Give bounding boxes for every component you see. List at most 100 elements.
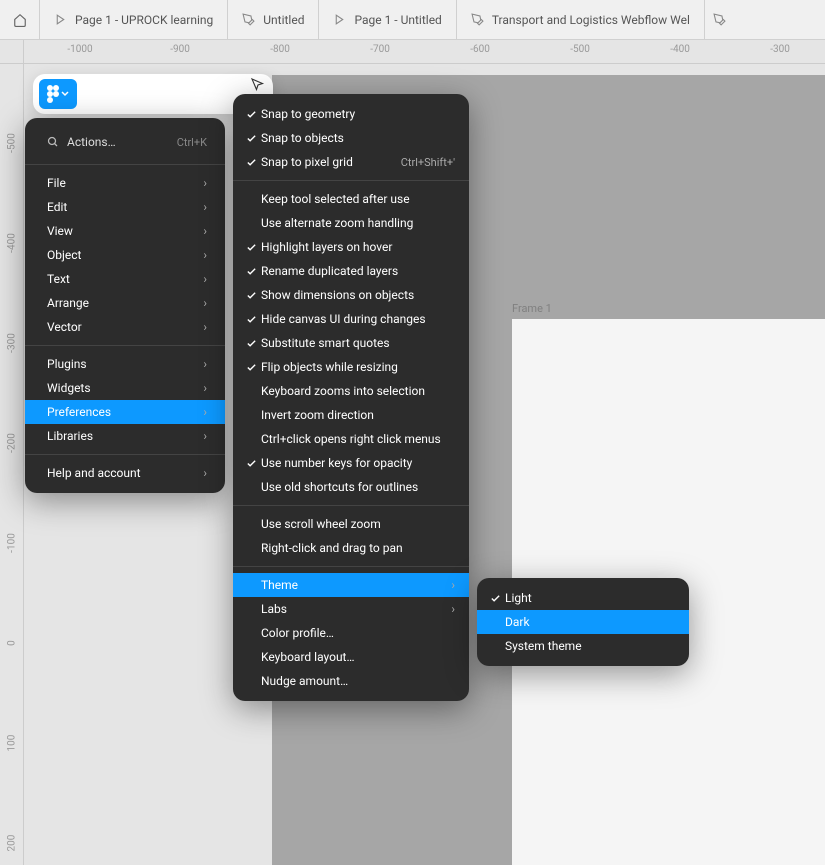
check-icon bbox=[241, 266, 261, 277]
tab-3[interactable]: Transport and Logistics Webflow Wel bbox=[457, 0, 705, 39]
pref-item-use-scroll-wheel-zoom[interactable]: Use scroll wheel zoom bbox=[233, 512, 469, 536]
pref-item-rename-duplicated-layers[interactable]: Rename duplicated layers bbox=[233, 259, 469, 283]
menu-item-libraries[interactable]: Libraries› bbox=[25, 424, 225, 448]
menu-item-text[interactable]: Text› bbox=[25, 267, 225, 291]
menu-item-label: Show dimensions on objects bbox=[261, 288, 455, 302]
ruler-tick: -400 bbox=[670, 44, 690, 55]
home-tab[interactable] bbox=[0, 0, 40, 39]
tab-0[interactable]: Page 1 - UPROCK learning bbox=[40, 0, 228, 39]
tab-overflow[interactable] bbox=[705, 0, 734, 39]
pen-icon bbox=[471, 13, 484, 26]
pref-item-use-old-shortcuts-for-outlines[interactable]: Use old shortcuts for outlines bbox=[233, 475, 469, 499]
ruler-tick: -600 bbox=[470, 44, 490, 55]
theme-item-system-theme[interactable]: System theme bbox=[477, 634, 689, 658]
main-menu-button[interactable] bbox=[39, 79, 77, 109]
frame-label[interactable]: Frame 1 bbox=[512, 302, 552, 315]
pref-item-use-alternate-zoom-handling[interactable]: Use alternate zoom handling bbox=[233, 211, 469, 235]
menu-item-label: Nudge amount… bbox=[261, 674, 455, 688]
tab-label: Page 1 - UPROCK learning bbox=[75, 13, 213, 27]
pref-item-ctrl-click-opens-right-click-menus[interactable]: Ctrl+click opens right click menus bbox=[233, 427, 469, 451]
menu-item-file[interactable]: File› bbox=[25, 171, 225, 195]
menu-item-label: Use scroll wheel zoom bbox=[261, 517, 455, 531]
ruler-tick: 100 bbox=[6, 735, 17, 752]
chevron-right-icon: › bbox=[203, 357, 207, 371]
ruler-tick: -1000 bbox=[67, 44, 92, 55]
pref-item-theme[interactable]: Theme› bbox=[233, 573, 469, 597]
chevron-right-icon: › bbox=[203, 224, 207, 238]
check-icon bbox=[241, 338, 261, 349]
play-icon bbox=[333, 13, 346, 26]
move-tool-indicator[interactable] bbox=[249, 76, 267, 94]
pref-item-flip-objects-while-resizing[interactable]: Flip objects while resizing bbox=[233, 355, 469, 379]
actions-search[interactable]: Actions… Ctrl+K bbox=[25, 126, 225, 158]
pref-item-hide-canvas-ui-during-changes[interactable]: Hide canvas UI during changes bbox=[233, 307, 469, 331]
tab-1[interactable]: Untitled bbox=[228, 0, 319, 39]
menu-item-widgets[interactable]: Widgets› bbox=[25, 376, 225, 400]
theme-item-dark[interactable]: Dark bbox=[477, 610, 689, 634]
chevron-down-icon bbox=[61, 91, 69, 97]
pref-item-snap-to-objects[interactable]: Snap to objects bbox=[233, 126, 469, 150]
menu-item-label: Color profile… bbox=[261, 626, 455, 640]
ruler-tick: -300 bbox=[770, 44, 790, 55]
menu-item-view[interactable]: View› bbox=[25, 219, 225, 243]
ruler-tick: 200 bbox=[6, 835, 17, 852]
menu-divider bbox=[25, 345, 225, 346]
pref-item-keep-tool-selected-after-use[interactable]: Keep tool selected after use bbox=[233, 187, 469, 211]
menu-item-label: View bbox=[47, 224, 203, 238]
menu-item-label: Use number keys for opacity bbox=[261, 456, 455, 470]
pref-item-keyboard-layout-[interactable]: Keyboard layout… bbox=[233, 645, 469, 669]
menu-item-label: Snap to objects bbox=[261, 131, 455, 145]
tab-bar: Page 1 - UPROCK learning Untitled Page 1 -… bbox=[0, 0, 825, 40]
tab-label: Untitled bbox=[263, 13, 304, 27]
home-icon bbox=[13, 13, 27, 27]
ruler-tick: -100 bbox=[6, 533, 17, 553]
menu-item-edit[interactable]: Edit› bbox=[25, 195, 225, 219]
menu-item-preferences[interactable]: Preferences› bbox=[25, 400, 225, 424]
pref-item-color-profile-[interactable]: Color profile… bbox=[233, 621, 469, 645]
ruler-tick: -500 bbox=[6, 133, 17, 153]
ruler-tick: -500 bbox=[570, 44, 590, 55]
chevron-right-icon: › bbox=[451, 578, 455, 592]
pen-icon bbox=[242, 13, 255, 26]
tab-label: Page 1 - Untitled bbox=[354, 13, 441, 27]
pref-item-snap-to-pixel-grid[interactable]: Snap to pixel gridCtrl+Shift+' bbox=[233, 150, 469, 174]
chevron-right-icon: › bbox=[203, 176, 207, 190]
pref-item-substitute-smart-quotes[interactable]: Substitute smart quotes bbox=[233, 331, 469, 355]
pref-item-right-click-and-drag-to-pan[interactable]: Right-click and drag to pan bbox=[233, 536, 469, 560]
pref-item-nudge-amount-[interactable]: Nudge amount… bbox=[233, 669, 469, 693]
menu-shortcut: Ctrl+Shift+' bbox=[401, 156, 455, 169]
tab-2[interactable]: Page 1 - Untitled bbox=[319, 0, 456, 39]
check-icon bbox=[241, 290, 261, 301]
menu-divider bbox=[233, 566, 469, 567]
theme-item-light[interactable]: Light bbox=[477, 586, 689, 610]
menu-item-label: Widgets bbox=[47, 381, 203, 395]
menu-item-label: Object bbox=[47, 248, 203, 262]
pref-item-invert-zoom-direction[interactable]: Invert zoom direction bbox=[233, 403, 469, 427]
actions-shortcut: Ctrl+K bbox=[177, 136, 207, 149]
theme-menu: LightDark System theme bbox=[477, 578, 689, 666]
menu-item-object[interactable]: Object› bbox=[25, 243, 225, 267]
chevron-right-icon: › bbox=[203, 381, 207, 395]
menu-item-label: Use old shortcuts for outlines bbox=[261, 480, 455, 494]
chevron-right-icon: › bbox=[451, 602, 455, 616]
menu-item-plugins[interactable]: Plugins› bbox=[25, 352, 225, 376]
menu-item-label: Highlight layers on hover bbox=[261, 240, 455, 254]
pref-item-labs[interactable]: Labs› bbox=[233, 597, 469, 621]
ruler-tick: -400 bbox=[6, 233, 17, 253]
pref-item-use-number-keys-for-opacity[interactable]: Use number keys for opacity bbox=[233, 451, 469, 475]
menu-item-label: Help and account bbox=[47, 466, 203, 480]
pref-item-show-dimensions-on-objects[interactable]: Show dimensions on objects bbox=[233, 283, 469, 307]
menu-item-label: System theme bbox=[505, 639, 675, 653]
menu-item-label: Text bbox=[47, 272, 203, 286]
ruler-tick: -900 bbox=[170, 44, 190, 55]
figma-icon bbox=[47, 85, 59, 103]
pref-item-highlight-layers-on-hover[interactable]: Highlight layers on hover bbox=[233, 235, 469, 259]
menu-item-label: Invert zoom direction bbox=[261, 408, 455, 422]
menu-item-help-and-account[interactable]: Help and account› bbox=[25, 461, 225, 485]
preferences-menu: Snap to geometry Snap to objects Snap to p… bbox=[233, 94, 469, 701]
menu-item-label: Use alternate zoom handling bbox=[261, 216, 455, 230]
pref-item-snap-to-geometry[interactable]: Snap to geometry bbox=[233, 102, 469, 126]
menu-item-arrange[interactable]: Arrange› bbox=[25, 291, 225, 315]
menu-item-vector[interactable]: Vector› bbox=[25, 315, 225, 339]
pref-item-keyboard-zooms-into-selection[interactable]: Keyboard zooms into selection bbox=[233, 379, 469, 403]
